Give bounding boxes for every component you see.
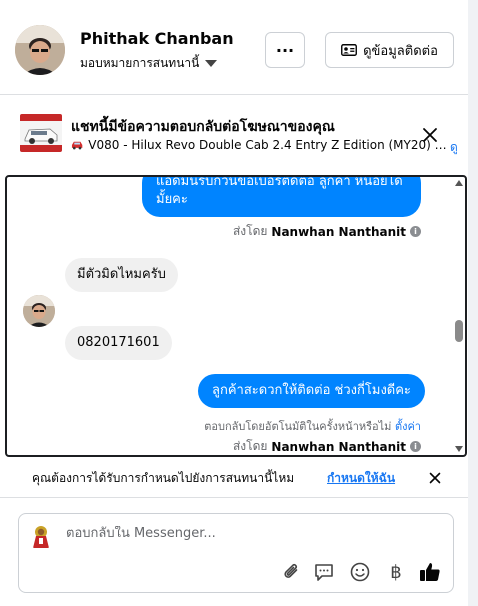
composer-toolbar: ฿ bbox=[276, 560, 446, 586]
assign-label: มอบหมายการสนทนานี้ bbox=[80, 56, 200, 70]
conversation-header: Phithak Chanban มอบหมายการสนทนานี้ ··· ด… bbox=[0, 0, 468, 95]
sent-by-label: ส่งโดย bbox=[232, 224, 268, 238]
view-contact-label: ดูข้อมูลติดต่อ bbox=[363, 43, 438, 59]
incoming-message: 0820171601 bbox=[65, 326, 172, 360]
page-avatar bbox=[27, 522, 55, 550]
contact-avatar-small bbox=[23, 295, 55, 327]
avatar[interactable] bbox=[15, 25, 65, 75]
ad-reply-banner: แชทนี้มีข้อความตอบกลับต่อโฆษณาของคุณ V08… bbox=[0, 95, 468, 173]
view-contact-button[interactable]: ดูข้อมูลติดต่อ bbox=[325, 32, 454, 68]
info-icon[interactable]: i bbox=[410, 441, 421, 452]
sender-name: Nanwhan Nanthanit bbox=[271, 439, 406, 454]
caret-down-icon bbox=[205, 60, 218, 67]
thread-scrollbar[interactable] bbox=[453, 177, 465, 455]
sent-by-info: ส่งโดย Nanwhan Nanthanit i bbox=[233, 222, 421, 241]
auto-reply-text: ตอบกลับโดยอัตโนมัติในครั้งหน้าหรือไม่ bbox=[204, 420, 392, 433]
incoming-message: มีตัวมิดไหมครับ bbox=[65, 258, 178, 292]
info-icon[interactable]: i bbox=[410, 226, 421, 237]
right-panel-edge bbox=[468, 0, 478, 606]
scroll-up-icon[interactable] bbox=[455, 180, 463, 186]
message-composer: ฿ bbox=[18, 513, 454, 593]
smiley-icon bbox=[350, 562, 370, 582]
auto-reply-settings-link[interactable]: ตั้งค่า bbox=[395, 420, 421, 433]
close-icon bbox=[423, 128, 437, 142]
ad-thumbnail[interactable] bbox=[20, 114, 62, 152]
chat-bubble-icon bbox=[315, 564, 333, 581]
more-options-button[interactable]: ··· bbox=[265, 32, 305, 68]
like-button[interactable] bbox=[418, 560, 442, 584]
ad-product-name: V080 - Hilux Revo Double Cab 2.4 Entry Z… bbox=[88, 138, 448, 152]
scrollbar-thumb[interactable] bbox=[455, 320, 463, 342]
baht-icon: ฿ bbox=[390, 561, 402, 583]
sender-name: Nanwhan Nanthanit bbox=[271, 224, 406, 239]
ad-banner-title: แชทนี้มีข้อความตอบกลับต่อโฆษณาของคุณ bbox=[71, 119, 335, 135]
contact-name: Phithak Chanban bbox=[80, 29, 234, 48]
assign-dropdown[interactable]: มอบหมายการสนทนานี้ bbox=[80, 54, 218, 73]
saved-replies-button[interactable] bbox=[312, 560, 336, 584]
payment-button[interactable]: ฿ bbox=[384, 560, 408, 584]
more-icon: ··· bbox=[275, 40, 295, 60]
message-thread[interactable]: แอดมินรบกวนขอเบอร์ติดต่อ ลูกค้า หน่อยได้… bbox=[5, 175, 467, 457]
assign-prompt-text: คุณต้องการได้รับการกำหนดไปยังการสนทนานี้… bbox=[32, 471, 295, 485]
close-assign-prompt-button[interactable] bbox=[427, 470, 443, 486]
auto-reply-prompt: ตอบกลับโดยอัตโนมัติในครั้งหน้าหรือไม่ ตั… bbox=[204, 417, 421, 435]
contact-card-icon bbox=[341, 44, 358, 56]
car-icon bbox=[71, 141, 83, 150]
sent-by-info: ส่งโดย Nanwhan Nanthanit i bbox=[232, 437, 421, 455]
paperclip-icon bbox=[284, 564, 298, 578]
assign-to-me-link[interactable]: กำหนดให้ฉัน bbox=[327, 469, 395, 488]
close-ad-banner-button[interactable] bbox=[418, 123, 442, 147]
outgoing-message: แอดมินรบกวนขอเบอร์ติดต่อ ลูกค้า หน่อยได้… bbox=[142, 177, 421, 217]
ad-banner-subtitle: V080 - Hilux Revo Double Cab 2.4 Entry Z… bbox=[71, 138, 448, 152]
conversation-panel: Phithak Chanban มอบหมายการสนทนานี้ ··· ด… bbox=[0, 0, 468, 606]
emoji-button[interactable] bbox=[348, 560, 372, 584]
sent-by-label: ส่งโดย bbox=[232, 439, 268, 453]
attach-button[interactable] bbox=[280, 560, 304, 584]
thumbs-up-icon bbox=[420, 563, 440, 581]
assign-prompt: คุณต้องการได้รับการกำหนดไปยังการสนทนานี้… bbox=[0, 458, 468, 498]
scroll-down-icon[interactable] bbox=[455, 446, 463, 452]
outgoing-message: ลูกค้าสะดวกให้ติดต่อ ช่วงกี่โมงดีคะ bbox=[198, 374, 425, 408]
view-ad-link[interactable]: ดู bbox=[450, 138, 458, 157]
close-icon bbox=[429, 472, 441, 484]
reply-input[interactable] bbox=[66, 526, 426, 541]
